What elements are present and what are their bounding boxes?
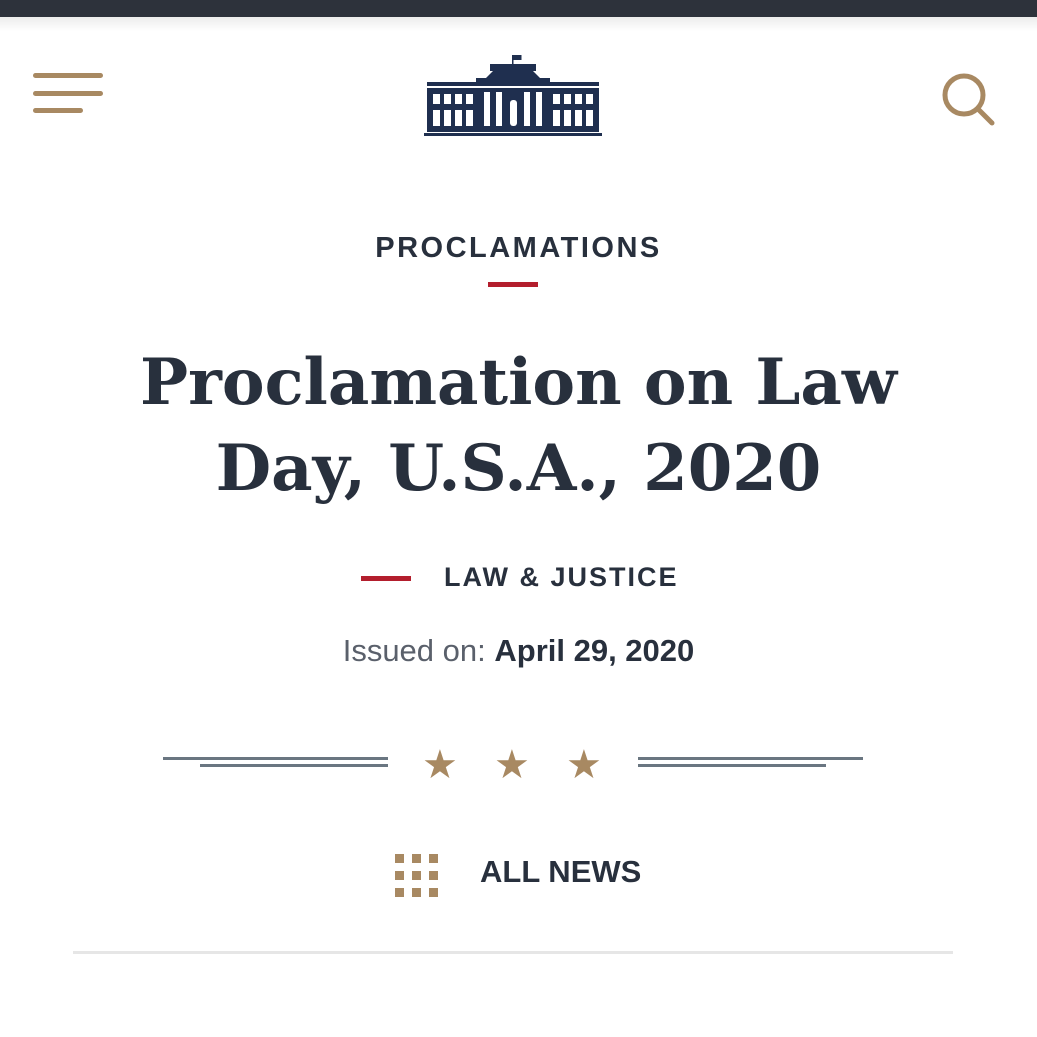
page-title: Proclamation on Law Day, U.S.A., 2020 [140, 345, 897, 506]
star-icon: ★ [494, 742, 530, 788]
search-icon [942, 73, 995, 126]
section-accent-bar [488, 282, 538, 287]
divider-line-left-bottom [200, 764, 388, 767]
top-bar [0, 0, 1037, 17]
top-bar-shadow [0, 17, 1037, 31]
all-news-link[interactable]: ALL NEWS [392, 850, 642, 902]
divider-line-right-top [638, 757, 863, 760]
star-icon: ★ [422, 742, 458, 788]
category-link[interactable]: LAW & JUSTICE [444, 562, 679, 593]
issued-date-line: Issued on: April 29, 2020 [0, 633, 1037, 669]
white-house-logo[interactable] [424, 52, 602, 138]
grid-icon [395, 854, 438, 897]
issued-date: April 29, 2020 [494, 633, 695, 668]
search-button[interactable] [938, 70, 998, 128]
bottom-divider [73, 951, 953, 954]
menu-button[interactable] [30, 70, 106, 116]
divider-line-left-top [163, 757, 388, 760]
section-label[interactable]: PROCLAMATIONS [0, 232, 1037, 265]
star-icon: ★ [566, 742, 602, 788]
category-accent-bar [361, 576, 411, 581]
divider-line-right-bottom [638, 764, 826, 767]
all-news-label: ALL NEWS [480, 854, 642, 889]
issued-label: Issued on: [342, 633, 486, 668]
